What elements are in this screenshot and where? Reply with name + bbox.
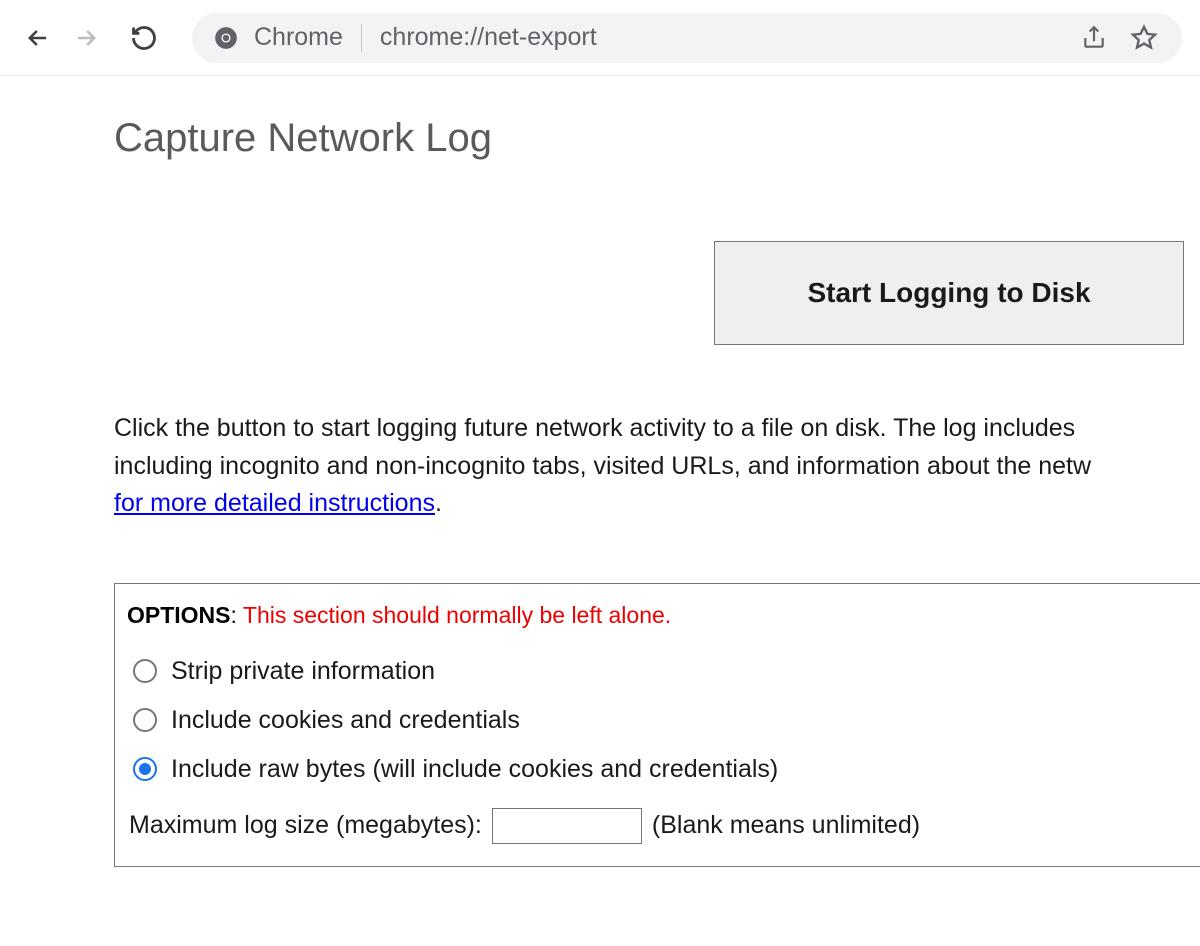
- page-content: Capture Network Log Start Logging to Dis…: [0, 76, 1200, 867]
- max-log-size-hint: (Blank means unlimited): [652, 811, 920, 840]
- description-period: .: [435, 489, 442, 517]
- forward-button[interactable]: [66, 18, 106, 58]
- max-log-size-label: Maximum log size (megabytes):: [129, 811, 482, 840]
- browser-toolbar: Chrome chrome://net-export: [0, 0, 1200, 76]
- radio-label: Include cookies and credentials: [171, 706, 520, 735]
- reload-button[interactable]: [124, 18, 164, 58]
- bookmark-star-icon[interactable]: [1126, 20, 1162, 56]
- options-header: OPTIONS: This section should normally be…: [127, 602, 1188, 629]
- back-button[interactable]: [18, 18, 58, 58]
- address-separator: [361, 24, 362, 52]
- options-warning: This section should normally be left alo…: [243, 602, 671, 628]
- radio-icon: [133, 757, 157, 781]
- radio-include-cookies[interactable]: Include cookies and credentials: [127, 696, 1188, 745]
- instructions-link[interactable]: for more detailed instructions: [114, 489, 435, 517]
- radio-strip-private[interactable]: Strip private information: [127, 647, 1188, 696]
- address-app-label: Chrome: [254, 23, 343, 52]
- max-log-size-row: Maximum log size (megabytes): (Blank mea…: [127, 794, 1188, 844]
- address-bar[interactable]: Chrome chrome://net-export: [192, 13, 1182, 63]
- options-heading: OPTIONS: [127, 602, 231, 628]
- radio-include-raw-bytes[interactable]: Include raw bytes (will include cookies …: [127, 745, 1188, 794]
- share-icon[interactable]: [1076, 20, 1112, 56]
- description-text: Click the button to start logging future…: [114, 410, 1200, 523]
- radio-icon: [133, 659, 157, 683]
- options-panel: OPTIONS: This section should normally be…: [114, 583, 1200, 867]
- radio-label: Include raw bytes (will include cookies …: [171, 755, 778, 784]
- start-logging-button[interactable]: Start Logging to Disk: [714, 241, 1184, 345]
- description-line-2: including incognito and non-incognito ta…: [114, 452, 1091, 480]
- radio-icon: [133, 708, 157, 732]
- chrome-icon: [212, 24, 240, 52]
- max-log-size-input[interactable]: [492, 808, 642, 844]
- page-title: Capture Network Log: [114, 116, 1200, 161]
- radio-label: Strip private information: [171, 657, 435, 686]
- address-url: chrome://net-export: [380, 23, 1062, 52]
- description-line-1: Click the button to start logging future…: [114, 410, 1200, 448]
